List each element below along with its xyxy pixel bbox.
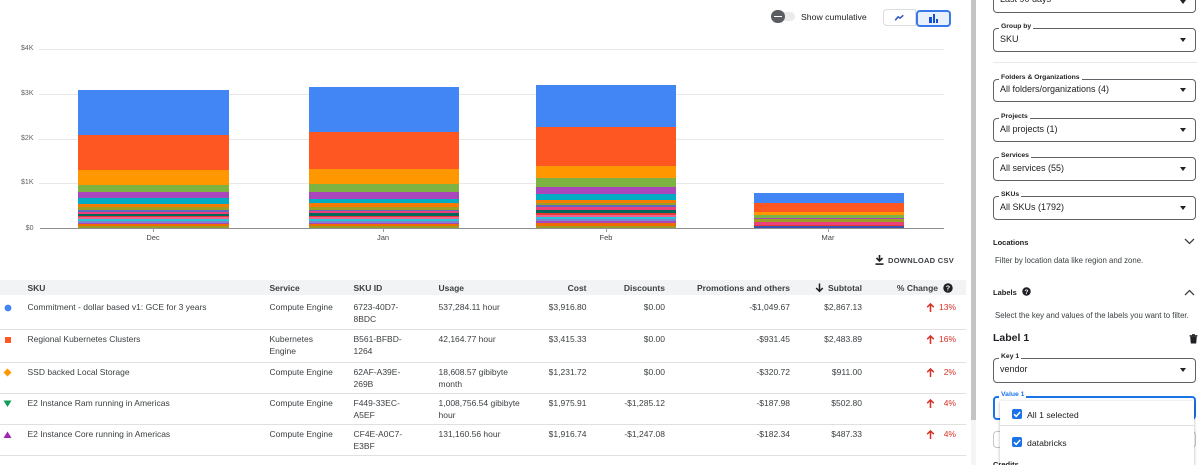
svg-text:?: ? bbox=[1025, 289, 1029, 296]
svg-text:?: ? bbox=[945, 284, 949, 293]
